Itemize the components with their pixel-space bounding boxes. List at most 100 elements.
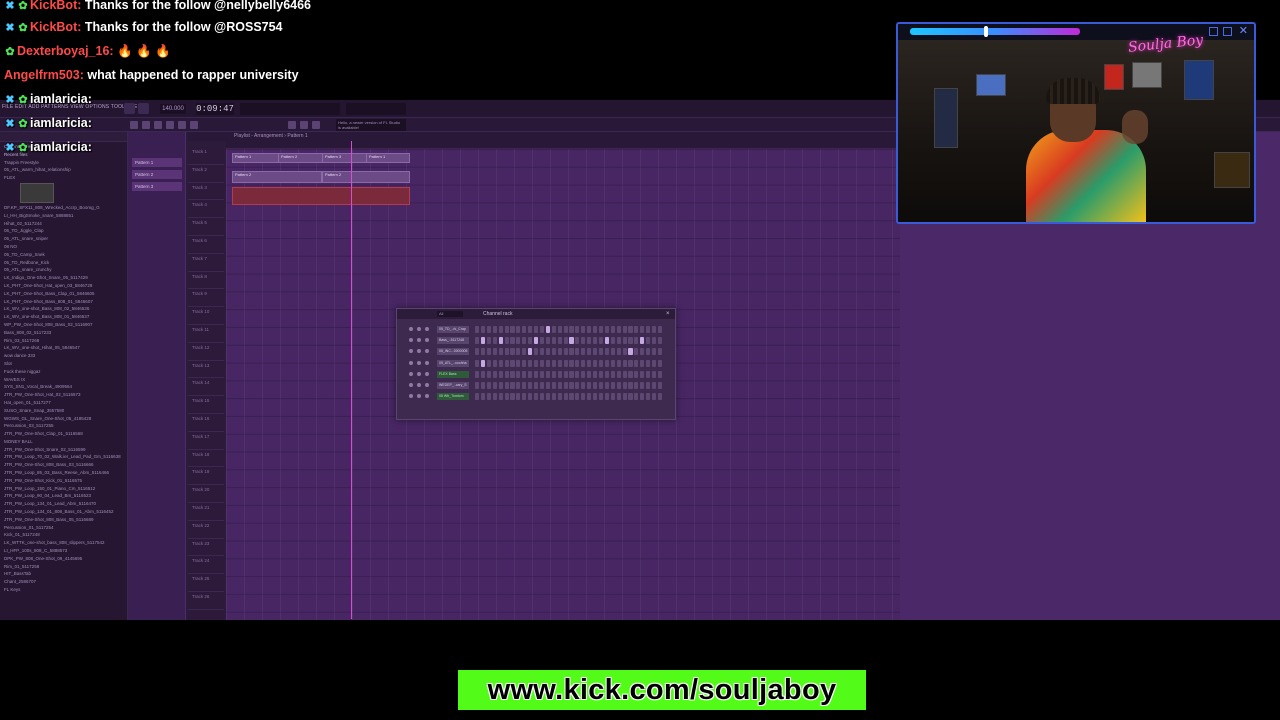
step-button[interactable] — [593, 326, 598, 333]
step-button[interactable] — [534, 370, 539, 378]
chat-username[interactable]: Angelfrm503 — [4, 68, 80, 82]
track-header[interactable]: Track 7 — [188, 254, 224, 272]
step-button[interactable] — [581, 326, 586, 333]
channel-row[interactable]: 05_INC...0000005 — [403, 347, 669, 356]
channel-name-button[interactable]: WEDEP_..cary_S — [437, 382, 469, 389]
step-button[interactable] — [534, 393, 539, 401]
step-button[interactable] — [475, 337, 480, 345]
step-button[interactable] — [539, 337, 545, 345]
step-button[interactable] — [498, 370, 503, 378]
channel-knob[interactable] — [409, 338, 413, 343]
step-button[interactable] — [480, 370, 486, 378]
channel-name-button[interactable]: 05_INC...0000005 — [437, 348, 469, 356]
channel-knob[interactable] — [425, 371, 429, 376]
step-button[interactable] — [516, 370, 521, 378]
step-button[interactable] — [604, 382, 609, 389]
channel-knob[interactable] — [409, 327, 413, 331]
step-button[interactable] — [657, 348, 663, 356]
step-button[interactable] — [598, 382, 604, 389]
step-button[interactable] — [598, 348, 604, 356]
step-button[interactable] — [646, 382, 651, 389]
step-button[interactable] — [551, 326, 556, 333]
step-button[interactable] — [516, 393, 521, 401]
step-button[interactable] — [498, 348, 503, 356]
step-button[interactable] — [598, 337, 604, 345]
track-header[interactable]: Track 25 — [188, 574, 224, 592]
step-button[interactable] — [634, 359, 639, 367]
channel-row[interactable]: Bass_..5117248 — [403, 336, 669, 345]
pattern-clip[interactable]: Pattern 3 — [322, 153, 368, 163]
browser-item[interactable]: LK_Indigo_One-Shot_Snare_05_5117429 — [4, 274, 123, 282]
playlist-timeline[interactable] — [226, 141, 900, 149]
track-header[interactable]: Track 14 — [188, 378, 224, 397]
browser-item[interactable]: DPK_PW_808_One-Shot_09_4145695 — [4, 555, 123, 563]
browser-item[interactable]: MONEY BALL — [4, 438, 123, 446]
step-button[interactable] — [522, 359, 527, 367]
channel-name-button[interactable]: FLEX Bass — [437, 370, 469, 378]
step-button[interactable] — [510, 348, 515, 356]
channel-row[interactable]: WEDEP_..cary_S — [403, 381, 669, 390]
step-button[interactable] — [510, 382, 515, 389]
step-button[interactable] — [522, 326, 527, 333]
step-button[interactable] — [528, 348, 533, 356]
step-button[interactable] — [652, 382, 657, 389]
step-button[interactable] — [622, 359, 627, 367]
step-button[interactable] — [593, 370, 598, 378]
step-button[interactable] — [610, 359, 615, 367]
step-button[interactable] — [593, 348, 598, 356]
step-button[interactable] — [575, 326, 580, 333]
step-button[interactable] — [575, 337, 580, 345]
step-button[interactable] — [652, 348, 657, 356]
browser-item[interactable]: WAVES IX — [4, 376, 123, 384]
channel-knob[interactable] — [417, 327, 421, 331]
channel-rack-icon[interactable] — [154, 121, 162, 129]
step-button[interactable] — [516, 359, 521, 367]
step-button[interactable] — [557, 393, 562, 401]
pattern-item[interactable]: Pattern 1 — [132, 158, 182, 167]
channel-knob[interactable] — [409, 394, 413, 399]
channel-row[interactable]: FLEX Bass — [403, 370, 669, 379]
chat-username[interactable]: Dexterboyaj_16 — [17, 44, 109, 58]
step-button[interactable] — [587, 337, 592, 345]
step-button[interactable] — [657, 337, 663, 345]
step-button[interactable] — [557, 370, 562, 378]
channel-name-button[interactable]: Bass_..5117248 — [437, 337, 469, 345]
step-button[interactable] — [480, 393, 486, 401]
step-button[interactable] — [604, 348, 609, 356]
browser-item[interactable]: SUSO_Snare_Snap_3557580 — [4, 407, 123, 415]
step-button[interactable] — [557, 326, 562, 333]
step-button[interactable] — [504, 348, 509, 356]
step-button[interactable] — [646, 348, 651, 356]
step-button[interactable] — [492, 359, 497, 367]
step-button[interactable] — [551, 393, 556, 401]
step-button[interactable] — [539, 370, 545, 378]
step-button[interactable] — [569, 359, 574, 367]
step-button[interactable] — [522, 370, 527, 378]
step-button[interactable] — [486, 359, 491, 367]
browser-item[interactable]: LK_PHT_One-Shot_Hat_open_03_5846728 — [4, 282, 123, 290]
step-button[interactable] — [545, 348, 550, 356]
browser-icon[interactable] — [178, 121, 186, 129]
playlist-icon[interactable] — [130, 121, 138, 129]
track-header[interactable]: Track 20 — [188, 485, 224, 503]
track-header[interactable]: Track 15 — [188, 396, 224, 414]
step-button[interactable] — [492, 382, 497, 389]
channel-knob[interactable] — [409, 349, 413, 354]
browser-item[interactable]: 08 NO — [4, 243, 123, 251]
step-button[interactable] — [534, 348, 539, 356]
browser-item[interactable]: SYS_SN1_Vocal_Break_4909564 — [4, 383, 123, 391]
chat-username[interactable]: KickBot — [30, 20, 77, 34]
browser-item[interactable]: JTR_PW_One-Shot_Clap_01_5116568 — [4, 430, 123, 438]
channel-knob[interactable] — [417, 371, 421, 376]
channel-rack-titlebar[interactable]: All Channel rack × — [397, 309, 675, 319]
browser-item[interactable]: LK_WV_one-shot_Bass_808_02_5846536 — [4, 305, 123, 313]
step-button[interactable] — [475, 326, 480, 333]
step-button[interactable] — [557, 359, 562, 367]
track-header[interactable]: Track 22 — [188, 521, 224, 539]
step-button[interactable] — [616, 382, 621, 389]
step-button[interactable] — [486, 326, 491, 333]
step-button[interactable] — [657, 370, 663, 378]
browser-item[interactable]: LK_WV_one-shot_Hihat_05_5846547 — [4, 344, 123, 352]
step-button[interactable] — [598, 393, 604, 401]
browser-item[interactable]: FLEX — [4, 174, 123, 182]
